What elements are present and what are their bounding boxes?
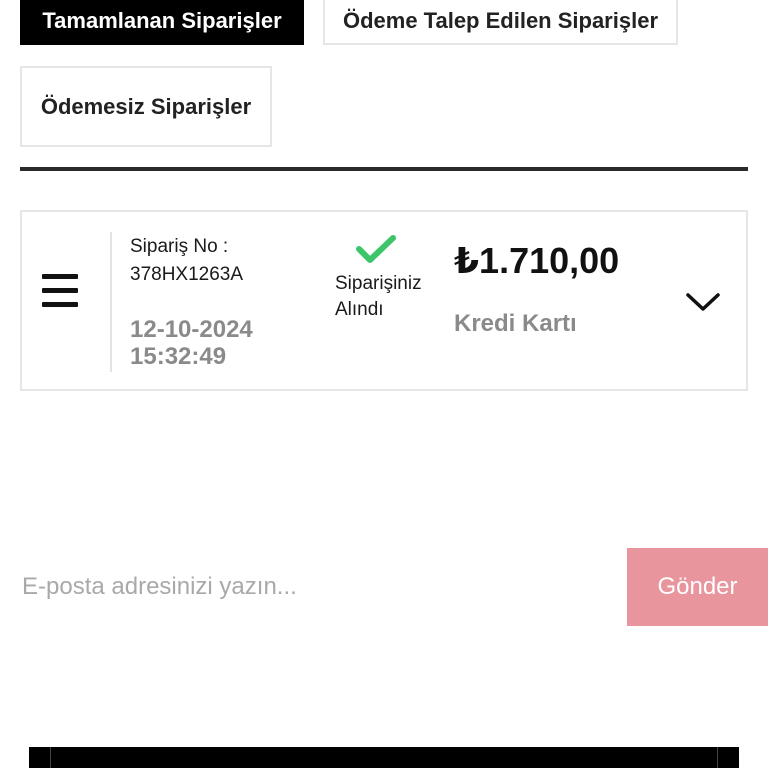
check-icon (356, 235, 396, 263)
footer-strip (29, 747, 739, 768)
card-separator (110, 232, 112, 372)
tab-completed-orders[interactable]: Tamamlanan Siparişler (20, 0, 304, 45)
tabs-divider (20, 167, 748, 171)
order-status-line1: Siparişiniz (335, 273, 422, 294)
menu-icon[interactable] (42, 274, 78, 308)
order-date: 12-10-2024 (130, 316, 253, 343)
submit-button[interactable]: Gönder (627, 548, 768, 626)
tab-unpaid-orders[interactable]: Ödemesiz Siparişler (20, 66, 272, 147)
chevron-down-icon[interactable] (684, 290, 722, 314)
footer-edge-left (50, 747, 51, 768)
footer-edge-right (717, 747, 718, 768)
order-number: 378HX1263A (130, 264, 244, 285)
email-input[interactable] (0, 548, 627, 626)
order-status-line2: Alındı (335, 299, 384, 320)
order-amount: ₺1.710,00 (454, 240, 620, 281)
payment-method: Kredi Kartı (454, 310, 577, 337)
order-number-label: Sipariş No : (130, 236, 229, 257)
order-card: Sipariş No : 378HX1263A 12-10-2024 15:32… (20, 210, 748, 391)
order-time: 15:32:49 (130, 343, 227, 370)
tab-payment-requested-orders[interactable]: Ödeme Talep Edilen Siparişler (323, 0, 678, 45)
